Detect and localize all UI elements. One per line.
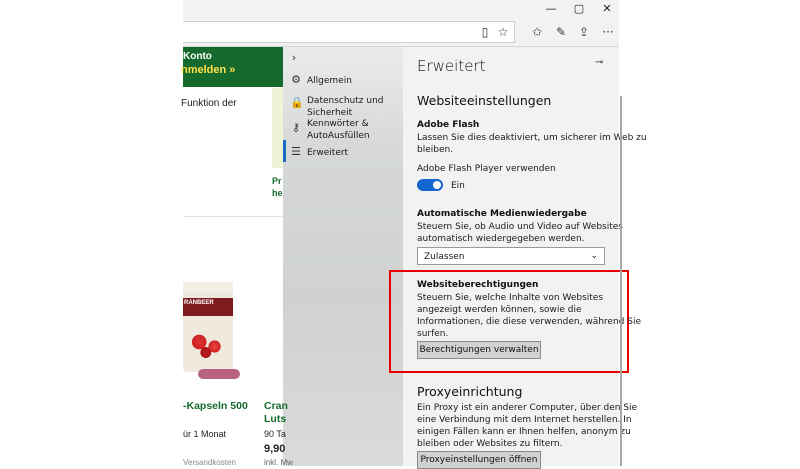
more-icon[interactable]: ··· xyxy=(598,22,618,42)
product-subtitle: ür 1 Monat xyxy=(183,429,227,439)
promo-text-1: Pr xyxy=(272,176,282,186)
close-button[interactable]: ✕ xyxy=(597,1,617,17)
flash-desc-2: bleiben. xyxy=(417,145,454,155)
minimize-button[interactable]: — xyxy=(541,1,561,17)
flash-toggle-state: Ein xyxy=(451,181,465,191)
star-icon[interactable]: ☆ xyxy=(493,22,513,42)
permissions-desc-2: angezeigt werden können, sowie die xyxy=(417,305,582,315)
nav-item-datenschutz[interactable]: Datenschutz und xyxy=(307,95,384,107)
sliders-icon: ☰ xyxy=(291,145,301,158)
konto-label: Konto xyxy=(183,51,212,62)
promo-text-2: he xyxy=(272,188,283,198)
manage-permissions-button[interactable]: Berechtigungen verwalten xyxy=(417,341,541,359)
anmelden-link[interactable]: nmelden » xyxy=(181,64,235,76)
permissions-desc-1: Steuern Sie, welche Inhalte von Websites xyxy=(417,293,604,303)
gear-icon: ⚙ xyxy=(291,73,301,86)
autoplay-desc-1: Steuern Sie, ob Audio und Video auf Webs… xyxy=(417,222,623,232)
product-lid xyxy=(183,282,233,292)
capsules-graphic xyxy=(198,369,240,379)
address-bar[interactable] xyxy=(183,21,515,43)
product-2-title-1[interactable]: Cran xyxy=(264,400,288,412)
flash-toggle[interactable] xyxy=(417,179,443,191)
nav-item-kennwoerter[interactable]: Kennwörter & xyxy=(307,118,369,130)
nav-item-erweitert[interactable]: Erweitert xyxy=(307,147,348,159)
share-icon[interactable]: ⇪ xyxy=(574,22,594,42)
proxy-title: Proxyeinrichtung xyxy=(417,384,523,399)
proxy-desc-2: eine Verbindung mit dem Internet herstel… xyxy=(417,415,632,425)
autoplay-desc-2: automatisch wiedergegeben werden. xyxy=(417,234,585,244)
chevron-down-icon: ⌄ xyxy=(590,251,598,261)
nav-item-kennwoerter-line2[interactable]: AutoAusfüllen xyxy=(307,130,370,142)
proxy-desc-1: Ein Proxy ist ein anderer Computer, über… xyxy=(417,403,638,413)
pin-icon[interactable]: ⊸ xyxy=(595,57,603,68)
divider xyxy=(183,216,283,217)
product-2-price: 9,90 xyxy=(264,443,286,455)
settings-title: Erweitert xyxy=(417,57,486,75)
product-2-title-2[interactable]: Luts xyxy=(264,413,286,425)
flash-toggle-label: Adobe Flash Player verwenden xyxy=(417,164,556,174)
autoplay-title: Automatische Medienwiedergabe xyxy=(417,209,587,219)
product-label: RANBEER xyxy=(184,300,214,306)
favorites-icon[interactable]: ✩ xyxy=(527,22,547,42)
nav-item-allgemein[interactable]: Allgemein xyxy=(307,75,352,87)
reading-view-icon[interactable]: ▯ xyxy=(475,22,495,42)
permissions-desc-3: Informationen, die diese verwenden, währ… xyxy=(417,317,641,327)
pen-icon[interactable]: ✎ xyxy=(551,22,571,42)
promo-box xyxy=(272,88,283,168)
key-icon: ⚷ xyxy=(291,121,301,134)
proxy-desc-4: bleiben oder Websites zu filtern. xyxy=(417,439,563,449)
product-2-subtitle: 90 Ta xyxy=(264,429,286,439)
flash-title: Adobe Flash xyxy=(417,120,480,130)
lock-icon: 🔒 xyxy=(290,96,304,109)
nav-selection-indicator xyxy=(283,140,286,162)
proxy-desc-3: einigen Fällen kann er Ihnen helfen, ano… xyxy=(417,427,631,437)
chevron-right-icon[interactable]: › xyxy=(288,52,300,64)
permissions-desc-4: surfen. xyxy=(417,329,449,339)
maximize-button[interactable]: ▢ xyxy=(569,1,589,17)
flash-desc-1: Lassen Sie dies deaktiviert, um sicherer… xyxy=(417,133,647,143)
autoplay-select[interactable]: Zulassen ⌄ xyxy=(417,247,605,265)
scrollbar[interactable] xyxy=(620,96,622,466)
page-text: Funktion der xyxy=(181,98,237,109)
berries-graphic xyxy=(186,330,230,360)
section-title: Websiteeinstellungen xyxy=(417,93,552,108)
product-title[interactable]: -Kapseln 500 xyxy=(183,400,248,412)
autoplay-select-value: Zulassen xyxy=(424,252,465,262)
permissions-title: Websiteberechtigungen xyxy=(417,280,539,290)
proxy-settings-button[interactable]: Proxyeinstellungen öffnen xyxy=(417,451,541,469)
